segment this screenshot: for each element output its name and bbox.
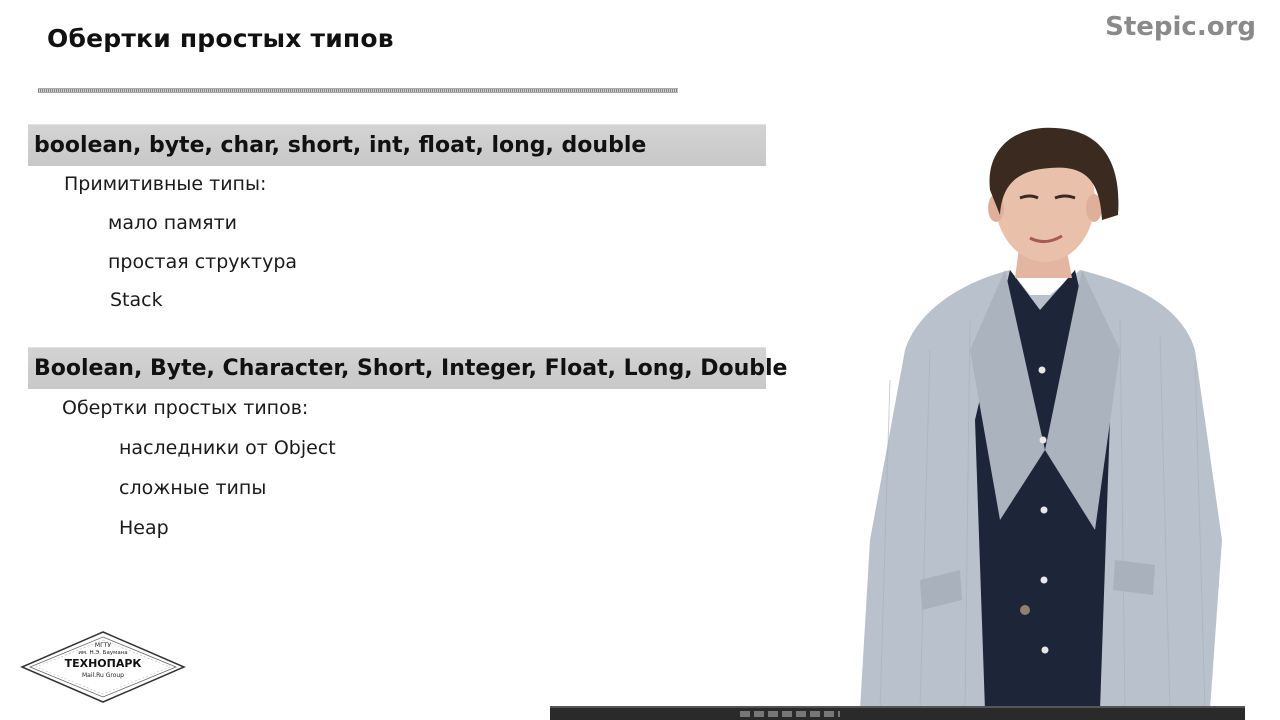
logo-line4: Mail.Ru Group (82, 672, 124, 679)
primitive-types-subtitle: Примитивные типы: (64, 173, 267, 195)
wrapper-types-header: Boolean, Byte, Character, Short, Integer… (28, 347, 787, 389)
logo-line1: МГТУ (95, 642, 112, 649)
slide: Обертки простых типов Stepic.org boolean… (0, 0, 1280, 720)
wrapper-item-object: наследники от Object (119, 437, 336, 459)
logo-line3: ТЕХНОПАРК (65, 657, 142, 670)
primitive-item-memory: мало памяти (108, 212, 238, 234)
logo-line2: им. Н.Э. Баумана (78, 650, 127, 656)
primitive-item-stack: Stack (110, 289, 163, 311)
technopark-logo: МГТУ им. Н.Э. Баумана ТЕХНОПАРК Mail.Ru … (20, 630, 186, 704)
presenter-photo (850, 120, 1240, 711)
keyboard-keys (740, 711, 840, 717)
primitive-types-header: boolean, byte, char, short, int, float, … (28, 124, 766, 166)
brand-watermark: Stepic.org (1105, 12, 1256, 42)
keyboard (550, 706, 1245, 720)
primitive-item-structure: простая структура (108, 251, 298, 273)
slide-title: Обертки простых типов (47, 24, 394, 53)
wrapper-item-complex: сложные типы (119, 477, 267, 499)
wrapper-types-subtitle: Обертки простых типов: (62, 397, 309, 419)
title-divider (38, 88, 678, 93)
wrapper-item-heap: Heap (119, 517, 169, 539)
